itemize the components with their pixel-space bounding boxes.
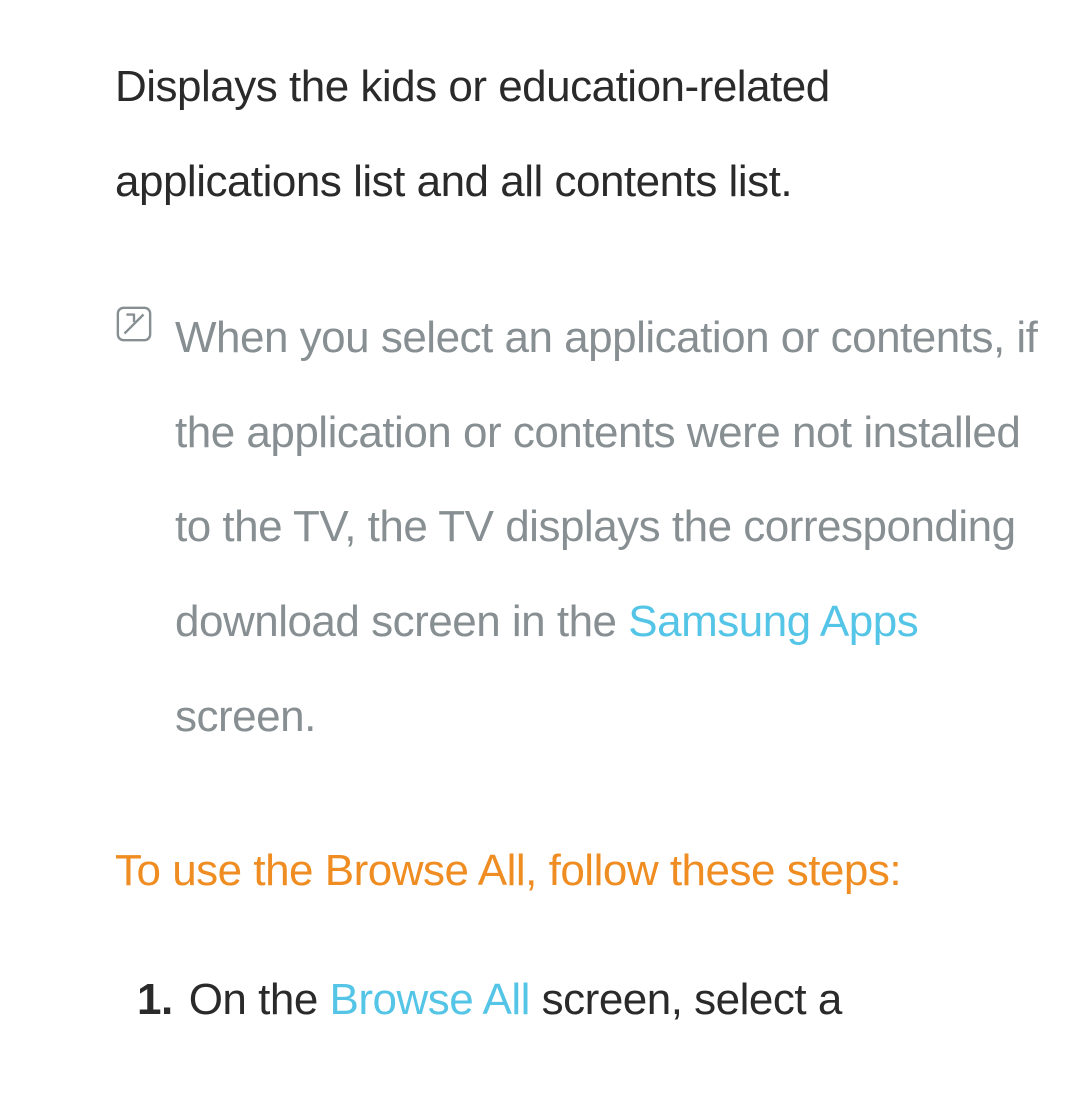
instruction-heading: To use the Browse All, follow these step… — [115, 824, 1040, 919]
note-text: When you select an application or conten… — [175, 291, 1040, 764]
step-number: 1. — [137, 969, 173, 1031]
samsung-apps-label: Samsung Apps — [628, 597, 918, 646]
browse-all-label: Browse All — [330, 975, 530, 1024]
note-block: When you select an application or conten… — [115, 291, 1040, 764]
step-1: 1. On the Browse All screen, select a — [115, 969, 1040, 1031]
step-text-part1: On the — [189, 975, 330, 1024]
note-icon — [115, 305, 153, 343]
section-description: Displays the kids or education-related a… — [115, 40, 1040, 229]
step-text-part2: screen, select a — [530, 975, 842, 1024]
note-text-part2: screen. — [175, 692, 316, 741]
step-text: On the Browse All screen, select a — [189, 969, 842, 1031]
